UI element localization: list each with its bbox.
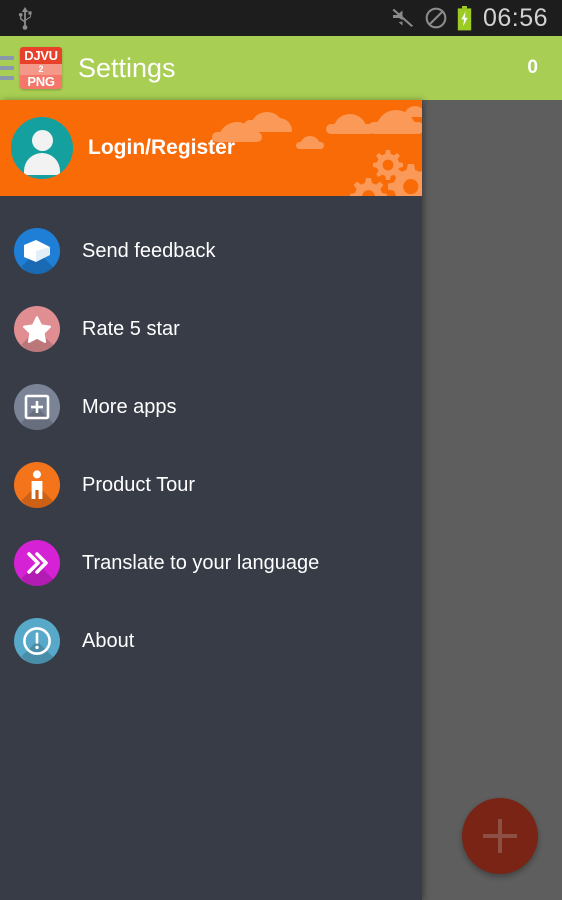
app-screen: 06:56 DJVU 2 PNG Settings 0 Login/Regist… xyxy=(0,0,562,900)
drawer-item-label: Rate 5 star xyxy=(82,318,180,340)
drawer-item-send-feedback[interactable]: Send feedback xyxy=(0,212,422,290)
drawer-item-about[interactable]: About xyxy=(0,602,422,680)
drawer-item-rate-5-star[interactable]: Rate 5 star xyxy=(0,290,422,368)
envelope-icon xyxy=(14,228,60,274)
page-title: Settings xyxy=(78,52,176,83)
hamburger-bar xyxy=(0,76,14,80)
drawer-header-login[interactable]: Login/Register xyxy=(0,100,422,196)
login-register-label: Login/Register xyxy=(88,136,236,159)
person-info-icon xyxy=(14,462,60,508)
djvu2png-app-icon[interactable]: DJVU 2 PNG xyxy=(20,47,62,89)
info-circle-glyph xyxy=(14,618,60,664)
info-circle-icon xyxy=(14,618,60,664)
drawer-item-label: Send feedback xyxy=(82,240,216,262)
hamburger-menu-icon[interactable] xyxy=(0,56,14,80)
app-icon-line1: DJVU xyxy=(20,47,62,64)
plus-square-glyph xyxy=(14,384,60,430)
star-icon xyxy=(14,306,60,352)
status-bar: 06:56 xyxy=(0,0,562,36)
person-glyph xyxy=(14,462,60,508)
double-chevron-glyph xyxy=(14,540,60,586)
add-fab-button[interactable] xyxy=(462,798,538,874)
drawer-item-product-tour[interactable]: Product Tour xyxy=(0,446,422,524)
gears-icon xyxy=(350,150,422,196)
drawer-item-label: About xyxy=(82,630,135,652)
drawer-item-label: Translate to your language xyxy=(82,552,320,574)
app-icon-line3: PNG xyxy=(20,74,62,89)
drawer-item-more-apps[interactable]: More apps xyxy=(0,368,422,446)
drawer-item-label: More apps xyxy=(82,396,177,418)
envelope-glyph xyxy=(14,228,60,274)
cloud-decoration xyxy=(404,106,422,117)
app-icon-line2: 2 xyxy=(20,63,62,75)
status-bar-clock: 06:56 xyxy=(482,3,548,32)
cloud-decoration xyxy=(266,118,292,132)
selection-count-badge: 0 xyxy=(527,57,538,78)
plus-icon xyxy=(498,819,502,853)
hamburger-bar xyxy=(0,56,14,60)
volume-muted-icon xyxy=(392,8,413,28)
cloud-decoration xyxy=(326,124,374,134)
status-bar-right-icons: 06:56 xyxy=(391,3,562,32)
plus-square-icon xyxy=(14,384,60,430)
battery-charging-icon xyxy=(457,5,472,30)
user-avatar-icon xyxy=(11,117,73,179)
hamburger-bar xyxy=(0,66,14,70)
cloud-decoration xyxy=(296,142,324,149)
drawer-item-label: Product Tour xyxy=(82,474,196,496)
avatar-head xyxy=(32,130,53,151)
status-bar-left-icons xyxy=(0,5,36,31)
usb-icon xyxy=(18,7,32,30)
action-bar: DJVU 2 PNG Settings 0 xyxy=(0,36,562,100)
drawer-item-translate[interactable]: Translate to your language xyxy=(0,524,422,602)
drawer-menu-list: Send feedback Rate 5 star More apps Prod… xyxy=(0,196,422,680)
cloud-decoration xyxy=(368,122,422,134)
avatar-body xyxy=(24,153,60,175)
star-glyph xyxy=(14,306,60,352)
do-not-disturb-icon xyxy=(425,7,447,29)
navigation-drawer: Login/Register Send feedback Rate 5 star… xyxy=(0,100,422,900)
double-chevron-icon xyxy=(14,540,60,586)
